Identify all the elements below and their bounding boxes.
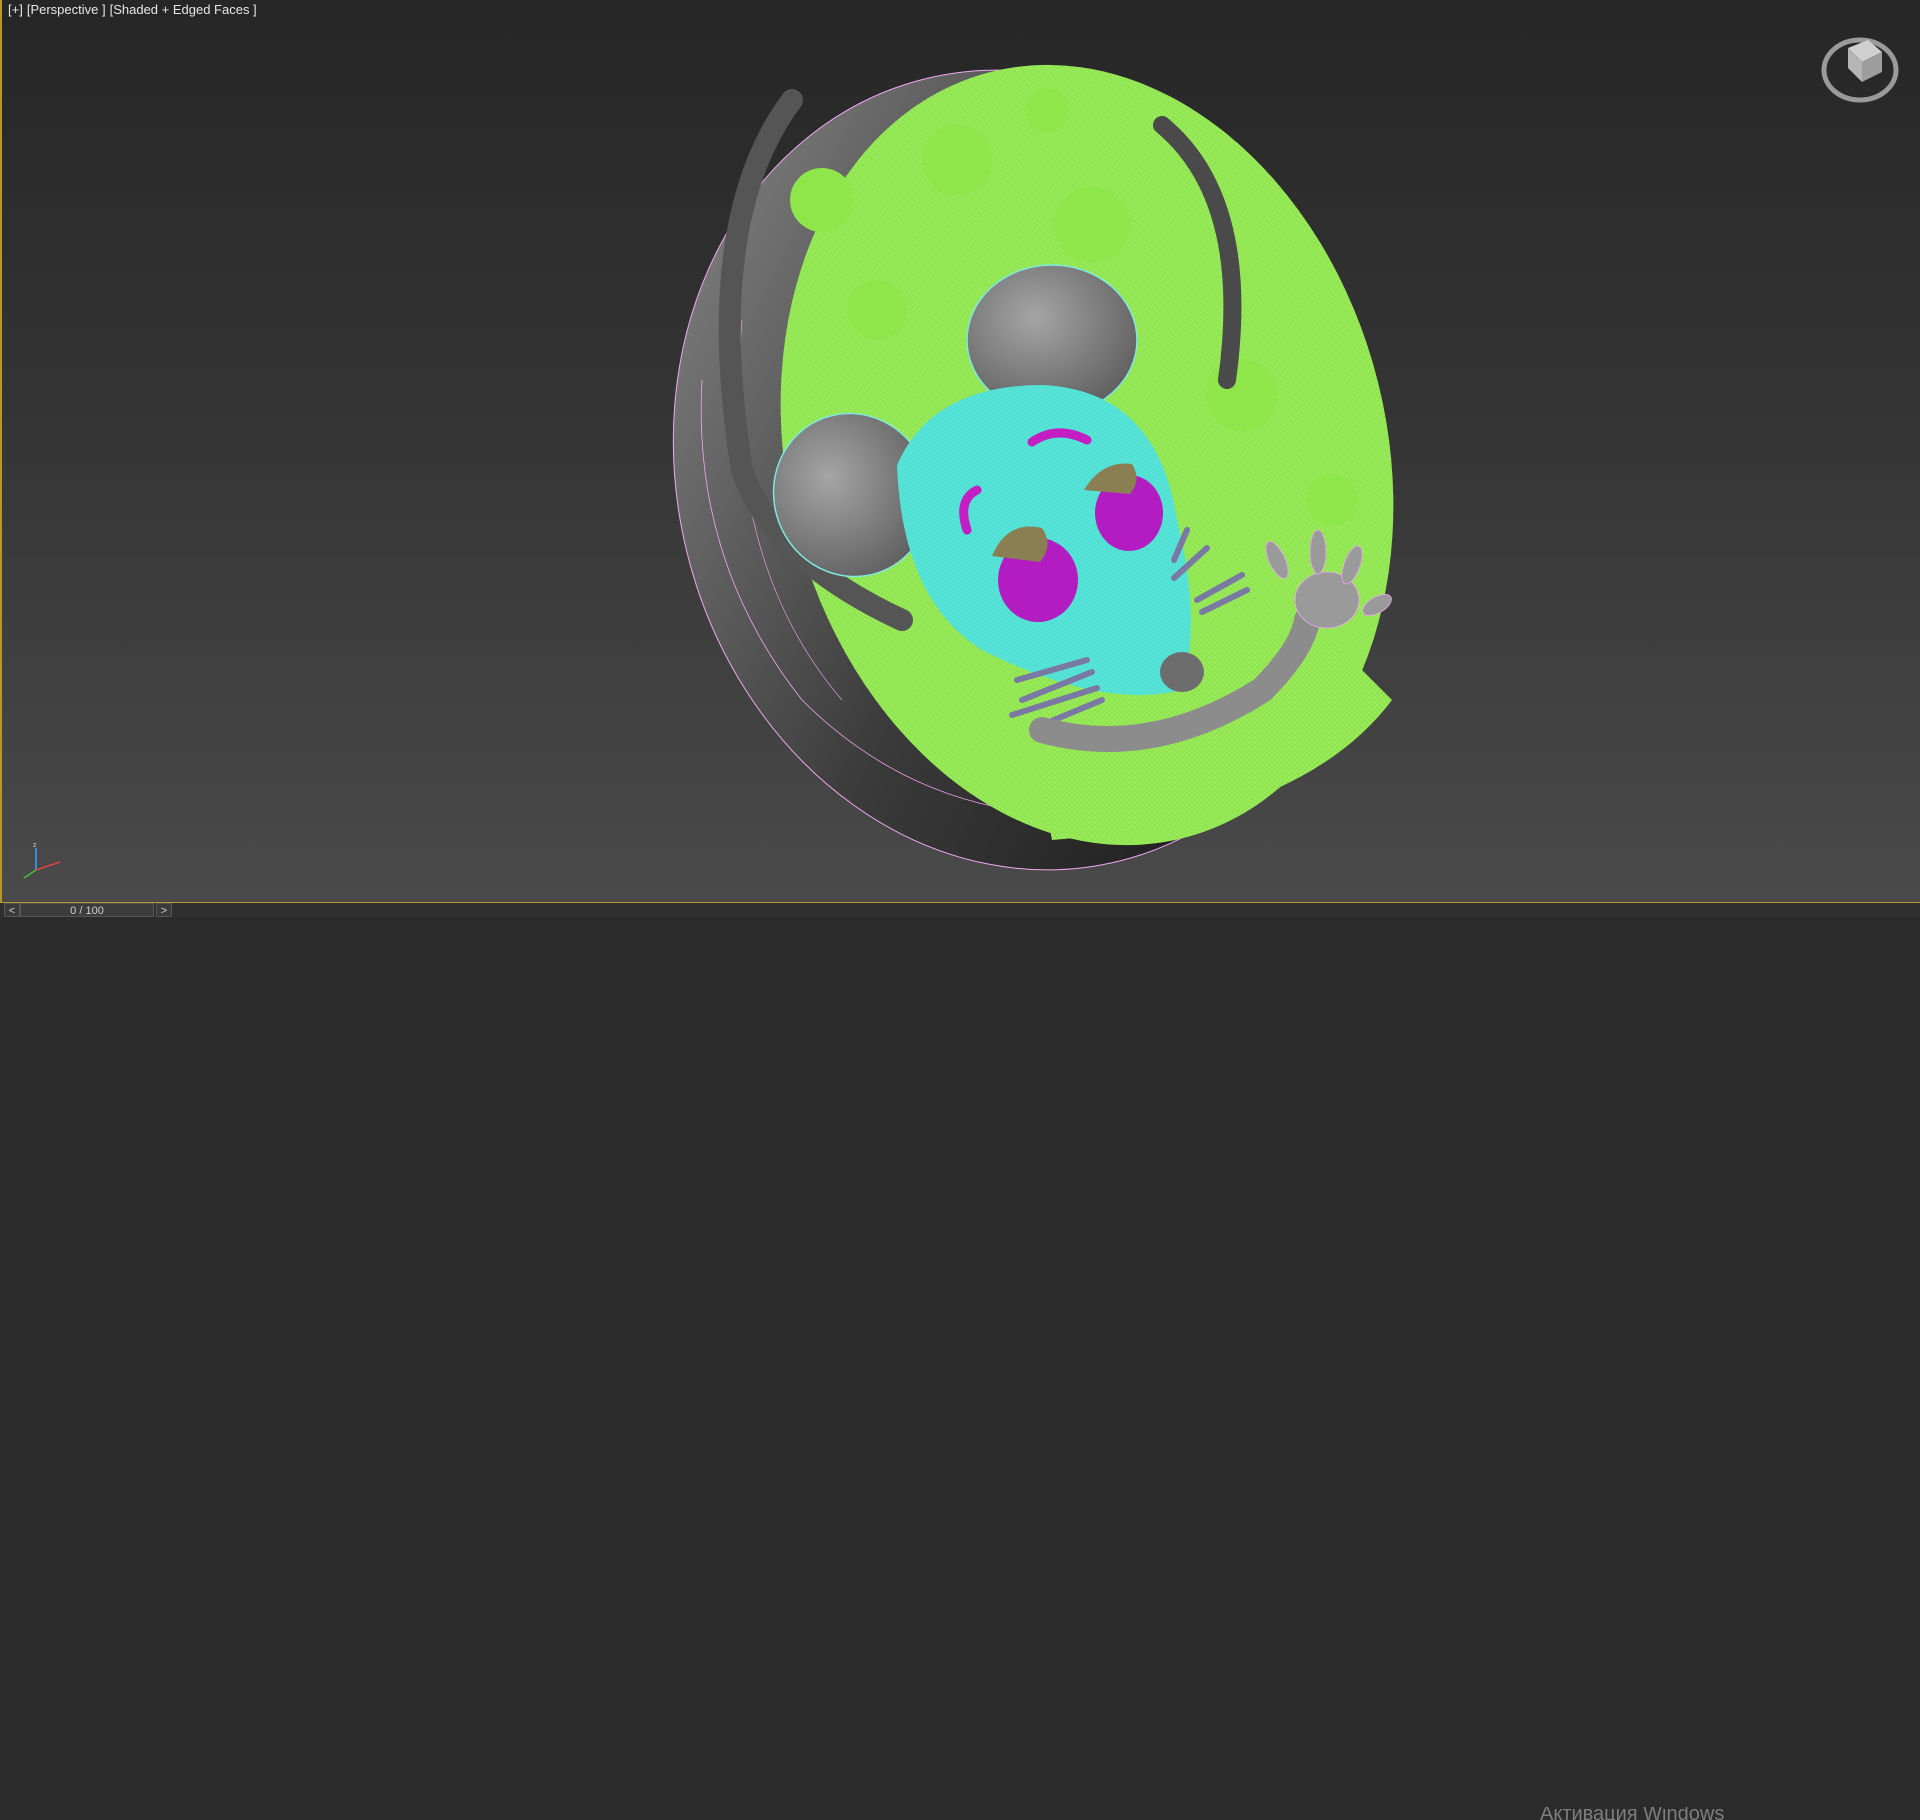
viewport-menu-plus[interactable]: [+] bbox=[8, 2, 23, 17]
cheese-hole bbox=[1054, 187, 1130, 263]
cheese-hole bbox=[790, 168, 854, 232]
previous-frame-button[interactable]: < bbox=[4, 903, 20, 917]
cheese-hole bbox=[1206, 359, 1278, 431]
viewport-shading-mode[interactable]: [Shaded + Edged Faces ] bbox=[110, 2, 257, 17]
cheese-hole bbox=[1306, 474, 1358, 526]
cheese-hole bbox=[1025, 88, 1069, 132]
scene-3d-model[interactable] bbox=[2, 0, 1920, 903]
mouse-nose[interactable] bbox=[1160, 652, 1204, 692]
time-slider-bar[interactable]: < 0 / 100 > Активация Windows bbox=[0, 903, 1920, 1820]
viewport-label[interactable]: [+] [Perspective ] [Shaded + Edged Faces ] bbox=[8, 2, 261, 17]
perspective-viewport[interactable]: [+] [Perspective ] [Shaded + Edged Faces ]… bbox=[0, 0, 1920, 903]
viewcube-icon[interactable] bbox=[1820, 30, 1900, 106]
cheese-hole bbox=[847, 280, 907, 340]
time-slider[interactable]: 0 / 100 bbox=[20, 903, 154, 917]
axis-z-label: z bbox=[33, 842, 37, 849]
cheese-hole bbox=[922, 125, 992, 195]
next-frame-button[interactable]: > bbox=[156, 903, 172, 917]
viewport-view-mode[interactable]: [Perspective ] bbox=[27, 2, 106, 17]
windows-activation-watermark: Активация Windows bbox=[1540, 1807, 1725, 1820]
axis-tripod-icon: z bbox=[23, 842, 61, 879]
